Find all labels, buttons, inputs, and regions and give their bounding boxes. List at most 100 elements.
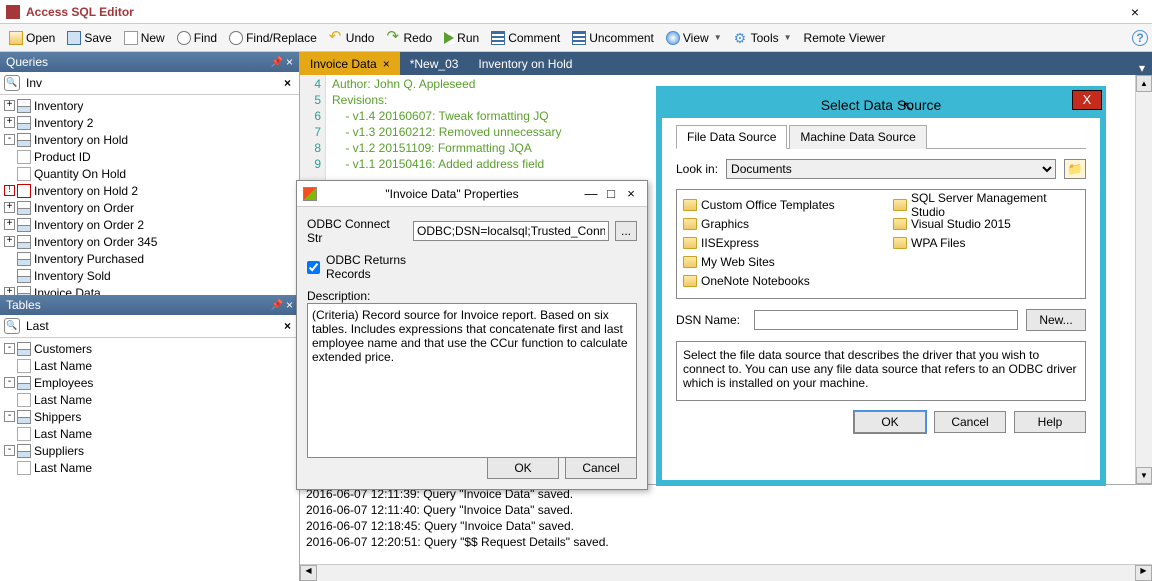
- find-button[interactable]: Find: [172, 29, 222, 47]
- editor-tab[interactable]: Inventory on Hold: [468, 52, 582, 75]
- queries-tree[interactable]: +Inventory+Inventory 2-Inventory on Hold…: [0, 95, 299, 295]
- odbc-connect-input[interactable]: [413, 221, 609, 241]
- cancel-button[interactable]: Cancel: [934, 411, 1006, 433]
- expand-toggle[interactable]: +: [4, 117, 15, 128]
- folder-up-button[interactable]: 📁: [1064, 159, 1086, 179]
- folder-item[interactable]: Graphics: [683, 215, 873, 232]
- tab-close-button[interactable]: ×: [383, 57, 390, 71]
- help-button[interactable]: ?: [1132, 30, 1148, 46]
- editor-tab[interactable]: *New_03: [400, 52, 469, 75]
- expand-toggle[interactable]: +: [4, 287, 15, 295]
- tree-item[interactable]: Quantity On Hold: [2, 165, 297, 182]
- expand-toggle[interactable]: -: [4, 377, 15, 388]
- file-list[interactable]: Custom Office Templates Graphics IISExpres…: [676, 189, 1086, 299]
- comment-button[interactable]: Comment: [486, 29, 565, 47]
- tree-item[interactable]: +Inventory on Order: [2, 199, 297, 216]
- scroll-up-button[interactable]: ▲: [1136, 75, 1152, 92]
- tree-item[interactable]: +Inventory: [2, 97, 297, 114]
- tables-filter-input[interactable]: [24, 317, 280, 335]
- view-button[interactable]: View▼: [661, 29, 727, 47]
- new-button[interactable]: New...: [1026, 309, 1086, 331]
- tab-file-data-source[interactable]: File Data Source: [676, 125, 787, 149]
- open-button[interactable]: Open: [4, 29, 60, 47]
- tree-item[interactable]: -Shippers: [2, 408, 297, 425]
- new-button[interactable]: New: [119, 29, 170, 47]
- pin-icon[interactable]: 📌: [271, 57, 283, 68]
- remote-viewer-button[interactable]: Remote Viewer: [799, 29, 891, 47]
- returns-records-checkbox[interactable]: [307, 261, 320, 274]
- tree-item-label: Inventory Sold: [34, 269, 111, 283]
- tree-item[interactable]: +Inventory on Order 2: [2, 216, 297, 233]
- clear-filter-button[interactable]: ×: [280, 319, 295, 333]
- expand-toggle[interactable]: +: [4, 219, 15, 230]
- scroll-right-button[interactable]: ▶: [1135, 565, 1152, 581]
- tree-item[interactable]: +Inventory 2: [2, 114, 297, 131]
- tree-item[interactable]: Inventory Purchased: [2, 250, 297, 267]
- scroll-left-button[interactable]: ◀: [300, 565, 317, 581]
- tree-item[interactable]: -Employees: [2, 374, 297, 391]
- expand-toggle[interactable]: +: [4, 202, 15, 213]
- uncomment-button[interactable]: Uncomment: [567, 29, 659, 47]
- tables-tree[interactable]: -CustomersLast Name-EmployeesLast Name-S…: [0, 338, 299, 581]
- look-in-select[interactable]: Documents: [726, 159, 1056, 179]
- minimize-button[interactable]: —: [581, 186, 601, 201]
- close-button[interactable]: ×: [621, 186, 641, 201]
- expand-toggle[interactable]: -: [4, 411, 15, 422]
- ok-button[interactable]: OK: [487, 457, 559, 479]
- folder-item[interactable]: My Web Sites: [683, 253, 873, 270]
- maximize-button[interactable]: □: [601, 186, 621, 201]
- tree-item[interactable]: +Inventory on Order 345: [2, 233, 297, 250]
- scroll-down-button[interactable]: ▼: [1136, 467, 1152, 484]
- editor-tab[interactable]: Invoice Data×: [300, 52, 400, 75]
- ok-button[interactable]: OK: [854, 411, 926, 433]
- expand-toggle[interactable]: +: [4, 236, 15, 247]
- tree-item[interactable]: +Invoice Data: [2, 284, 297, 295]
- folder-item[interactable]: Visual Studio 2015: [893, 215, 1083, 232]
- find-replace-button[interactable]: Find/Replace: [224, 29, 322, 47]
- tab-machine-data-source[interactable]: Machine Data Source: [789, 125, 926, 149]
- save-button[interactable]: Save: [62, 29, 116, 47]
- expand-toggle[interactable]: -: [4, 134, 15, 145]
- folder-item[interactable]: SQL Server Management Studio: [893, 196, 1083, 213]
- run-button[interactable]: Run: [439, 29, 484, 47]
- dialog-titlebar[interactable]: Select Data Source ↖ X: [662, 92, 1100, 118]
- tree-item[interactable]: -Suppliers: [2, 442, 297, 459]
- table-icon: [17, 99, 31, 113]
- redo-button[interactable]: Redo: [381, 29, 437, 47]
- tree-item[interactable]: -Inventory on Hold: [2, 131, 297, 148]
- expand-toggle[interactable]: -: [4, 445, 15, 456]
- close-button[interactable]: X: [1072, 90, 1102, 110]
- find-replace-icon: [229, 31, 243, 45]
- tree-item[interactable]: Inventory Sold: [2, 267, 297, 284]
- tree-item[interactable]: -Customers: [2, 340, 297, 357]
- expand-toggle[interactable]: +: [4, 100, 15, 111]
- tree-item[interactable]: Last Name: [2, 357, 297, 374]
- tree-item[interactable]: Last Name: [2, 459, 297, 476]
- horizontal-scrollbar[interactable]: ◀ ▶: [300, 564, 1152, 581]
- clear-filter-button[interactable]: ×: [280, 76, 295, 90]
- folder-item[interactable]: WPA Files: [893, 234, 1083, 251]
- pin-icon[interactable]: 📌: [271, 300, 283, 311]
- queries-filter-input[interactable]: [24, 74, 280, 92]
- dialog-titlebar[interactable]: "Invoice Data" Properties — □ ×: [297, 181, 647, 207]
- folder-item[interactable]: OneNote Notebooks: [683, 272, 873, 289]
- help-button[interactable]: Help: [1014, 411, 1086, 433]
- tree-item[interactable]: !Inventory on Hold 2: [2, 182, 297, 199]
- dsn-name-input[interactable]: [754, 310, 1018, 330]
- tab-list-button[interactable]: ▾: [1132, 61, 1152, 75]
- tools-button[interactable]: Tools▼: [729, 29, 797, 47]
- folder-item[interactable]: IISExpress: [683, 234, 873, 251]
- folder-item[interactable]: Custom Office Templates: [683, 196, 873, 213]
- tree-item[interactable]: Last Name: [2, 425, 297, 442]
- cancel-button[interactable]: Cancel: [565, 457, 637, 479]
- tree-item[interactable]: Product ID: [2, 148, 297, 165]
- undo-button[interactable]: Undo: [324, 29, 380, 47]
- panel-close-button[interactable]: ×: [286, 55, 293, 69]
- expand-toggle[interactable]: -: [4, 343, 15, 354]
- close-button[interactable]: ×: [1124, 4, 1146, 20]
- description-textbox[interactable]: (Criteria) Record source for Invoice rep…: [307, 303, 637, 458]
- panel-close-button[interactable]: ×: [286, 298, 293, 312]
- tree-item[interactable]: Last Name: [2, 391, 297, 408]
- browse-button[interactable]: ...: [615, 221, 637, 241]
- vertical-scrollbar[interactable]: ▲ ▼: [1135, 75, 1152, 484]
